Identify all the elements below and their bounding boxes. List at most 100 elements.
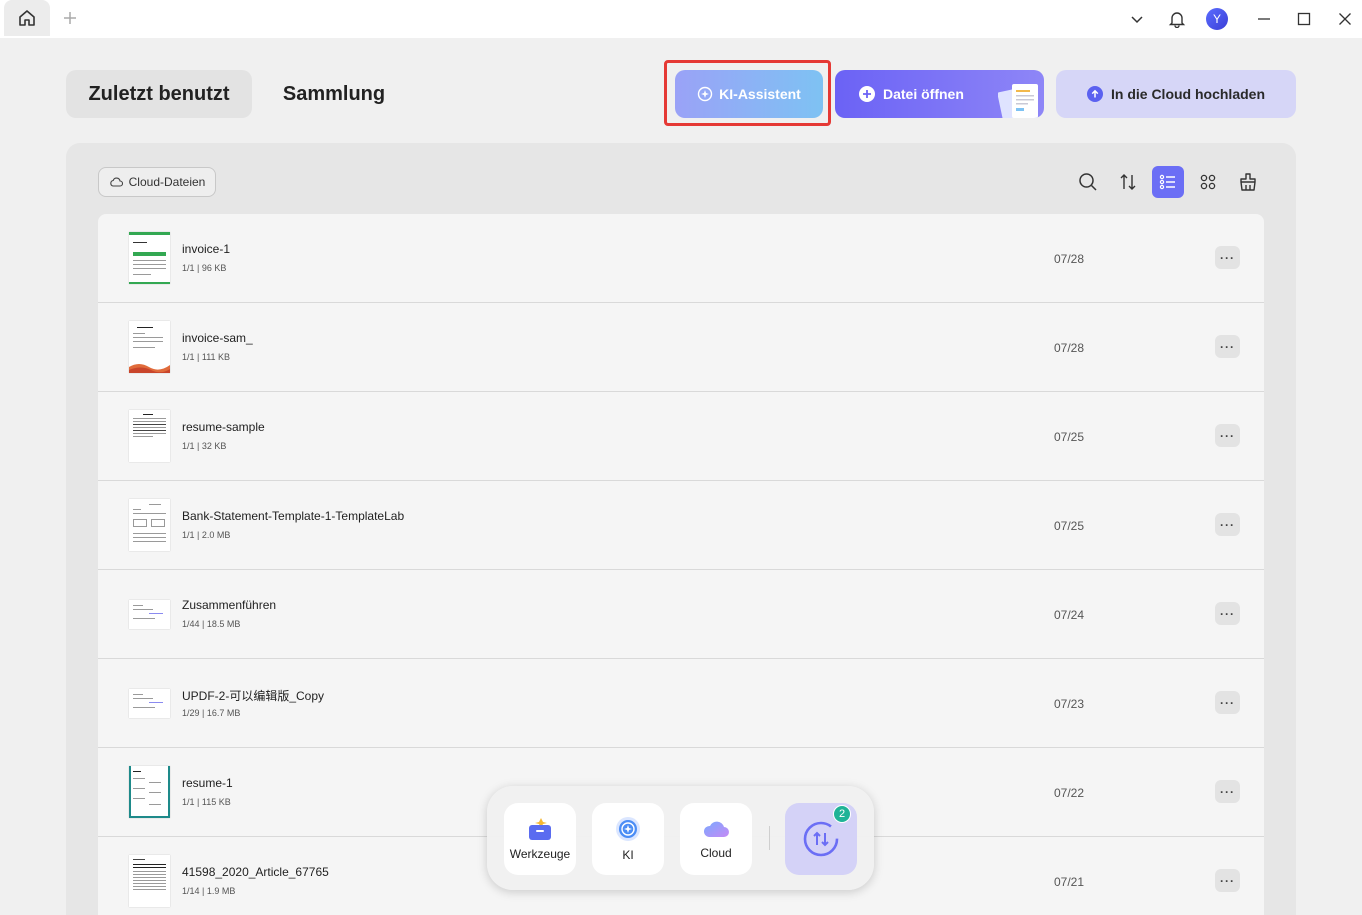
cloud-icon xyxy=(703,821,729,837)
file-meta: 1/1 | 115 KB xyxy=(182,797,231,807)
file-row[interactable]: Zusammenführen 1/44 | 18.5 MB 07/24 ··· xyxy=(98,570,1264,659)
grid-view-icon xyxy=(1200,174,1216,190)
dock-ki-button[interactable]: KI xyxy=(592,803,664,875)
close-icon xyxy=(1339,13,1351,25)
maximize-button[interactable] xyxy=(1292,7,1316,31)
file-name: 41598_2020_Article_67765 xyxy=(182,865,329,879)
plus-circle-icon xyxy=(859,86,875,102)
more-options-button[interactable]: ··· xyxy=(1215,424,1240,447)
sync-icon xyxy=(803,821,839,857)
open-file-label: Datei öffnen xyxy=(883,86,964,102)
file-thumbnail xyxy=(129,410,170,462)
bell-icon xyxy=(1168,12,1186,28)
minimize-icon xyxy=(1258,18,1270,20)
file-meta: 1/1 | 32 KB xyxy=(182,441,227,451)
dock-divider xyxy=(769,826,770,850)
user-avatar[interactable]: Y xyxy=(1205,7,1229,31)
home-icon xyxy=(19,10,35,26)
file-meta: 1/1 | 2.0 MB xyxy=(182,530,231,540)
file-date: 07/24 xyxy=(1054,608,1085,622)
file-date: 07/28 xyxy=(1054,341,1085,355)
file-thumbnail xyxy=(129,321,170,373)
file-thumbnail xyxy=(129,766,170,818)
plus-icon xyxy=(64,12,76,24)
file-thumbnail xyxy=(129,232,170,284)
dropdown-button[interactable] xyxy=(1125,7,1149,31)
more-options-button[interactable]: ··· xyxy=(1215,335,1240,358)
upload-cloud-button[interactable]: In die Cloud hochladen xyxy=(1056,70,1296,118)
dock-tools-button[interactable]: Werkzeuge xyxy=(504,803,576,875)
more-options-button[interactable]: ··· xyxy=(1215,869,1240,892)
ki-assistant-button[interactable]: KI-Assistent xyxy=(675,70,823,118)
ai-assistant-icon xyxy=(697,86,713,102)
file-thumbnail xyxy=(129,600,170,629)
title-bar: Y xyxy=(0,0,1362,38)
list-view-icon xyxy=(1159,174,1175,190)
sort-button[interactable] xyxy=(1112,166,1144,198)
ai-orb-icon xyxy=(616,817,640,841)
file-date: 07/22 xyxy=(1054,786,1085,800)
file-row[interactable]: Bank-Statement-Template-1-TemplateLab 1/… xyxy=(98,481,1264,570)
file-name: resume-1 xyxy=(182,776,233,790)
file-name: resume-sample xyxy=(182,420,265,434)
file-row[interactable]: resume-sample 1/1 | 32 KB 07/25 ··· xyxy=(98,392,1264,481)
file-meta: 1/14 | 1.9 MB xyxy=(182,886,236,896)
chevron-down-icon xyxy=(1131,16,1143,24)
minimize-button[interactable] xyxy=(1252,7,1276,31)
file-row[interactable]: invoice-sam_ 1/1 | 111 KB 07/28 ··· xyxy=(98,303,1264,392)
file-name: Zusammenführen xyxy=(182,598,277,612)
upload-icon xyxy=(1087,86,1103,102)
search-button[interactable] xyxy=(1072,166,1104,198)
toolbox-icon xyxy=(529,818,551,840)
file-thumbnail xyxy=(129,855,170,907)
avatar: Y xyxy=(1206,8,1228,30)
list-view-button[interactable] xyxy=(1152,166,1184,198)
notifications-button[interactable] xyxy=(1165,7,1189,31)
file-name: Bank-Statement-Template-1-TemplateLab xyxy=(182,509,405,523)
ki-assistant-label: KI-Assistent xyxy=(719,86,801,102)
file-name: invoice-1 xyxy=(182,242,231,256)
tab-collection[interactable]: Sammlung xyxy=(266,70,402,118)
file-date: 07/21 xyxy=(1054,875,1085,889)
bottom-dock: Werkzeuge KI Cloud 2 xyxy=(487,786,874,890)
file-date: 07/23 xyxy=(1054,697,1085,711)
search-icon xyxy=(1079,173,1097,191)
more-options-button[interactable]: ··· xyxy=(1215,513,1240,536)
sort-icon xyxy=(1120,174,1136,190)
more-options-button[interactable]: ··· xyxy=(1215,780,1240,803)
home-tab[interactable] xyxy=(4,0,50,36)
maximize-icon xyxy=(1297,12,1311,26)
dock-cloud-label: Cloud xyxy=(700,846,732,860)
tab-recent[interactable]: Zuletzt benutzt xyxy=(66,70,252,118)
file-date: 07/25 xyxy=(1054,519,1085,533)
more-options-button[interactable]: ··· xyxy=(1215,602,1240,625)
file-row[interactable]: invoice-1 1/1 | 96 KB 07/28 ··· xyxy=(98,214,1264,303)
clear-button[interactable] xyxy=(1232,166,1264,198)
file-meta: 1/1 | 96 KB xyxy=(182,263,227,273)
grid-view-button[interactable] xyxy=(1192,166,1224,198)
file-meta: 1/1 | 111 KB xyxy=(182,352,231,362)
file-name: UPDF-2-可以编辑版_Copy xyxy=(182,689,325,703)
documents-illustration-icon xyxy=(998,84,1038,118)
more-options-button[interactable]: ··· xyxy=(1215,691,1240,714)
file-row[interactable]: UPDF-2-可以编辑版_Copy 1/29 | 16.7 MB 07/23 ·… xyxy=(98,659,1264,748)
cloud-icon xyxy=(109,177,123,187)
open-file-button[interactable]: Datei öffnen xyxy=(835,70,1044,118)
new-tab-button[interactable] xyxy=(60,8,80,28)
cloud-files-filter[interactable]: Cloud-Dateien xyxy=(98,167,216,197)
upload-cloud-label: In die Cloud hochladen xyxy=(1111,86,1265,102)
file-meta: 1/44 | 18.5 MB xyxy=(182,619,241,629)
dock-cloud-button[interactable]: Cloud xyxy=(680,803,752,875)
file-date: 07/25 xyxy=(1054,430,1085,444)
file-meta: 1/29 | 16.7 MB xyxy=(182,708,241,718)
cloud-files-label: Cloud-Dateien xyxy=(128,175,206,189)
file-thumbnail xyxy=(129,689,170,718)
dock-ki-label: KI xyxy=(622,848,634,862)
more-options-button[interactable]: ··· xyxy=(1215,246,1240,269)
broom-icon xyxy=(1240,173,1256,191)
close-button[interactable] xyxy=(1333,7,1357,31)
file-name: invoice-sam_ xyxy=(182,331,253,345)
sync-badge: 2 xyxy=(833,805,851,823)
file-date: 07/28 xyxy=(1054,252,1085,266)
file-thumbnail xyxy=(129,499,170,551)
